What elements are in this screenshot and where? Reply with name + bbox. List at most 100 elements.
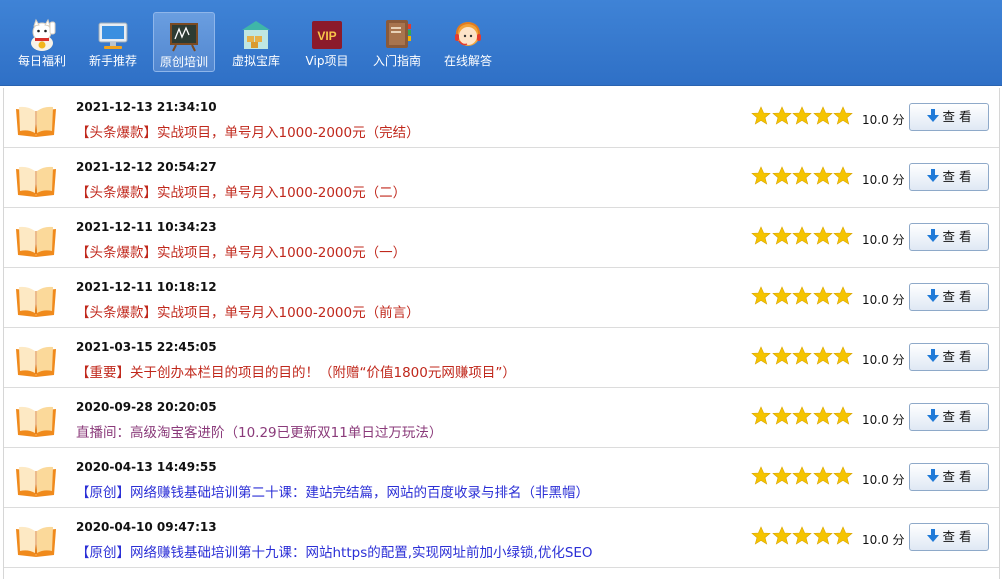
- open-book-icon: [16, 286, 56, 317]
- item-score: 10.0 分: [862, 533, 905, 547]
- toolbar-item-label: 在线解答: [443, 54, 492, 68]
- item-date: 2020-04-10 09:47:13: [76, 520, 217, 534]
- toolbar-item-label: Vip项目: [305, 54, 349, 68]
- star-icon: [792, 406, 812, 425]
- open-book-icon: [16, 466, 56, 497]
- list-item: 2021-12-11 10:34:23 【头条爆款】实战项目，单号月入1000-…: [4, 208, 999, 268]
- view-button-label: 查 看: [942, 529, 972, 544]
- toolbar-item-daily-welfare[interactable]: 每日福利: [11, 12, 73, 72]
- item-title-link[interactable]: 【重要】关于创办本栏目的项目的目的！（附赠“价值1800元网赚项目”）: [76, 361, 516, 381]
- star-icon: [833, 286, 853, 305]
- toolbar-item-virtual-vault[interactable]: 虚拟宝库: [225, 12, 287, 72]
- lucky-cat-icon: [31, 18, 56, 51]
- star-icon: [833, 466, 853, 485]
- star-icon: [751, 346, 771, 365]
- star-icon: [751, 406, 771, 425]
- star-icon: [751, 526, 771, 545]
- view-button[interactable]: 查 看: [909, 403, 989, 431]
- computer-icon: [98, 22, 128, 49]
- view-button-label: 查 看: [942, 289, 972, 304]
- toolbar-item-online-answers[interactable]: 在线解答: [437, 12, 499, 72]
- item-date: 2021-12-11 10:18:12: [76, 280, 217, 294]
- item-date: 2021-12-13 21:34:10: [76, 100, 217, 114]
- item-title-link[interactable]: 【头条爆款】实战项目，单号月入1000-2000元（完结）: [76, 121, 420, 141]
- toolbar-item-vip-project[interactable]: VIP Vip项目: [296, 12, 358, 72]
- item-score: 10.0 分: [862, 233, 905, 247]
- list-item: 2021-12-11 10:18:12 【头条爆款】实战项目，单号月入1000-…: [4, 268, 999, 328]
- star-icon: [833, 166, 853, 185]
- book-stack-icon: [386, 20, 411, 48]
- vip-badge-icon: VIP: [312, 21, 342, 49]
- toolbar-item-beginner[interactable]: 新手推荐: [82, 12, 144, 72]
- star-icon: [812, 346, 833, 365]
- item-date: 2021-12-11 10:34:23: [76, 220, 217, 234]
- item-date: 2020-09-28 20:20:05: [76, 400, 217, 414]
- view-button[interactable]: 查 看: [909, 283, 989, 311]
- rating-stars: [751, 346, 854, 368]
- item-score: 10.0 分: [862, 413, 905, 427]
- list-item: 2020-04-10 09:47:13 【原创】网络赚钱基础培训第十九课：网站h…: [4, 508, 999, 568]
- item-title-link[interactable]: 【原创】网络赚钱基础培训第二十课：建站完结篇，网站的百度收录与排名（非黑帽）: [76, 481, 589, 501]
- rating-stars: [751, 286, 854, 308]
- open-book-icon: [16, 166, 56, 197]
- toolbar-item-label: 原创培训: [159, 55, 208, 69]
- rating-stars: [751, 166, 854, 188]
- star-icon: [812, 166, 833, 185]
- star-icon: [792, 286, 812, 305]
- open-book-icon: [16, 346, 56, 377]
- star-icon: [751, 226, 771, 245]
- download-arrow-icon: [926, 529, 939, 542]
- view-button-label: 查 看: [942, 409, 972, 424]
- rating-stars: [751, 466, 854, 488]
- star-icon: [833, 526, 853, 545]
- support-agent-icon: [455, 21, 481, 46]
- star-icon: [771, 466, 792, 485]
- svg-text:VIP: VIP: [317, 29, 336, 43]
- item-score: 10.0 分: [862, 113, 905, 127]
- view-button[interactable]: 查 看: [909, 523, 989, 551]
- download-arrow-icon: [926, 229, 939, 242]
- item-title-link[interactable]: 【头条爆款】实战项目，单号月入1000-2000元（前言）: [76, 301, 420, 321]
- view-button[interactable]: 查 看: [909, 163, 989, 191]
- download-arrow-icon: [926, 349, 939, 362]
- star-icon: [792, 106, 812, 125]
- warehouse-icon: [242, 21, 270, 49]
- open-book-icon: [16, 106, 56, 137]
- blackboard-icon: [170, 23, 198, 52]
- star-icon: [792, 526, 812, 545]
- item-title-link[interactable]: 【原创】网络赚钱基础培训第十九课：网站https的配置,实现网址前加小绿锁,优化…: [76, 541, 593, 561]
- download-arrow-icon: [926, 289, 939, 302]
- star-icon: [751, 466, 771, 485]
- view-button[interactable]: 查 看: [909, 463, 989, 491]
- star-icon: [792, 346, 812, 365]
- view-button[interactable]: 查 看: [909, 223, 989, 251]
- download-arrow-icon: [926, 469, 939, 482]
- toolbar-item-original-training[interactable]: 原创培训: [153, 12, 215, 72]
- star-icon: [771, 526, 792, 545]
- view-button-label: 查 看: [942, 109, 972, 124]
- star-icon: [833, 226, 853, 245]
- toolbar-item-label: 每日福利: [17, 54, 66, 68]
- view-button[interactable]: 查 看: [909, 103, 989, 131]
- view-button-label: 查 看: [942, 349, 972, 364]
- download-arrow-icon: [926, 169, 939, 182]
- download-arrow-icon: [926, 409, 939, 422]
- item-score: 10.0 分: [862, 353, 905, 367]
- list-item: 2020-04-13 14:49:55 【原创】网络赚钱基础培训第二十课：建站完…: [4, 448, 999, 508]
- star-icon: [792, 466, 812, 485]
- item-title-link[interactable]: 【头条爆款】实战项目，单号月入1000-2000元（二）: [76, 181, 406, 201]
- item-title-link[interactable]: 【头条爆款】实战项目，单号月入1000-2000元（一）: [76, 241, 406, 261]
- toolbar-item-intro-guide[interactable]: 入门指南: [366, 12, 428, 72]
- item-title-link[interactable]: 直播间：高级淘宝客进阶（10.29已更新双11单日过万玩法）: [76, 421, 442, 441]
- toolbar-item-label: 新手推荐: [88, 54, 137, 68]
- star-icon: [771, 106, 792, 125]
- list-item: 2021-03-15 22:45:05 【重要】关于创办本栏目的项目的目的！（附…: [4, 328, 999, 388]
- rating-stars: [751, 526, 854, 548]
- star-icon: [792, 166, 812, 185]
- rating-stars: [751, 226, 854, 248]
- item-score: 10.0 分: [862, 173, 905, 187]
- toolbar-item-label: 虚拟宝库: [231, 54, 280, 68]
- star-icon: [812, 406, 833, 425]
- view-button[interactable]: 查 看: [909, 343, 989, 371]
- download-arrow-icon: [926, 109, 939, 122]
